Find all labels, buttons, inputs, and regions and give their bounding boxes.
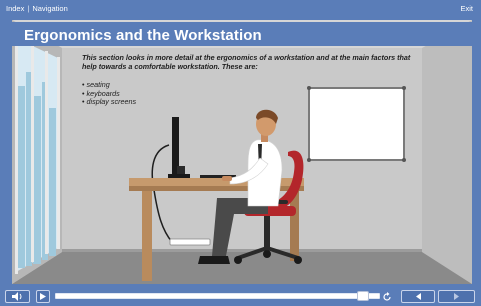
player-controls: [0, 286, 481, 306]
chevron-right-icon: [454, 293, 459, 300]
chair-wheel: [263, 250, 271, 258]
intro-text: This section looks in more detail at the…: [82, 53, 411, 71]
progress-scrubber[interactable]: [357, 291, 369, 301]
exit-link[interactable]: Exit: [460, 4, 473, 13]
power-strip: [169, 238, 211, 246]
navigation-link[interactable]: Navigation: [32, 4, 67, 13]
list-item: display screens: [82, 97, 137, 107]
speaker-icon: [12, 292, 22, 301]
chair-wheel: [234, 256, 242, 264]
whiteboard-pin: [402, 158, 406, 162]
whiteboard-pin: [307, 158, 311, 162]
play-button[interactable]: [36, 290, 50, 303]
chair-column: [264, 216, 270, 250]
factor-list: seating keyboards display screens: [82, 80, 137, 107]
back-button[interactable]: [401, 290, 435, 303]
top-nav-bar: Index | Navigation Exit: [0, 0, 481, 20]
replay-button[interactable]: [379, 290, 395, 303]
hand: [222, 176, 232, 181]
shoe: [198, 256, 230, 264]
skirting: [62, 249, 422, 252]
whiteboard-pin: [402, 86, 406, 90]
nav-separator: |: [27, 4, 30, 13]
nav-links: Index | Navigation: [6, 4, 68, 13]
slide-area: Ergonomics and the Workstation This sect…: [12, 20, 472, 284]
right-wall: [422, 20, 472, 284]
index-link[interactable]: Index: [6, 4, 24, 13]
whiteboard-pin: [307, 86, 311, 90]
monitor-base: [168, 174, 190, 178]
title-band: Ergonomics and the Workstation: [12, 22, 472, 46]
slide-title: Ergonomics and the Workstation: [24, 27, 262, 44]
volume-button[interactable]: [5, 290, 30, 303]
chevron-left-icon: [415, 293, 421, 300]
progress-bar[interactable]: [55, 291, 380, 301]
monitor: [172, 117, 179, 174]
course-player: Index | Navigation Exit Ergonomics and t…: [0, 0, 481, 306]
whiteboard: [308, 87, 405, 161]
play-icon: [40, 293, 46, 300]
chair-wheel: [294, 256, 302, 264]
replay-icon: [383, 291, 391, 301]
desk-leg: [142, 191, 152, 281]
next-button[interactable]: [438, 290, 475, 303]
